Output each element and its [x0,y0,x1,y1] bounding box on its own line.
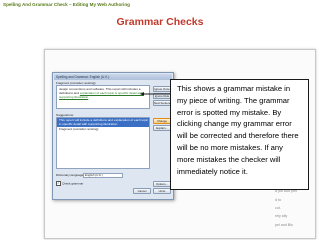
document-text-line: pel and Blo [275,222,293,227]
dialog-title: Spelling and Grammar: English (U.K.) [54,74,172,80]
slide: Spelling And Grammar Check – Editing My … [0,0,320,240]
document-text-line: cut. [275,206,281,210]
undo-button[interactable]: Undo [153,188,171,194]
callout-text: This shows a grammar mistake in my piece… [177,84,299,176]
language-label: Dictionary language: [56,173,85,177]
suggestion-item[interactable]: This report will include a definitions a… [57,118,149,127]
error-text: design conventions and software. This re… [57,86,149,101]
document-text-line: rely ally [275,214,288,219]
next-sentence-button[interactable]: Next Sentence [153,100,171,106]
options-button[interactable]: Options... [153,181,171,187]
language-select[interactable]: English (U.K.) [83,173,123,178]
check-grammar-checkbox[interactable]: ✓ Check grammar [56,180,84,186]
cancel-button[interactable]: Cancel [133,188,151,194]
spelling-grammar-dialog: Spelling and Grammar: English (U.K.) Fra… [52,72,174,200]
slide-title: Grammar Checks [116,16,204,28]
suggestions-list[interactable]: This report will include a definitions a… [56,117,150,169]
document-text-line: d to [275,197,281,202]
slide-header: Spelling And Grammar Check – Editing My … [3,2,130,7]
explain-button[interactable]: Explain... [153,125,171,131]
explanation-callout: This shows a grammar mistake in my piece… [170,79,309,190]
error-text-box[interactable]: design conventions and software. This re… [56,85,150,109]
check-grammar-label: Check grammar [62,181,84,186]
ignore-rule-button[interactable]: Ignore Rule [153,93,171,99]
ignore-once-button[interactable]: Ignore Once [153,86,171,92]
checkbox-check-icon: ✓ [56,180,61,186]
suggestion-item[interactable]: Fragment (consider revising) [57,127,149,131]
change-button[interactable]: Change [153,118,171,124]
